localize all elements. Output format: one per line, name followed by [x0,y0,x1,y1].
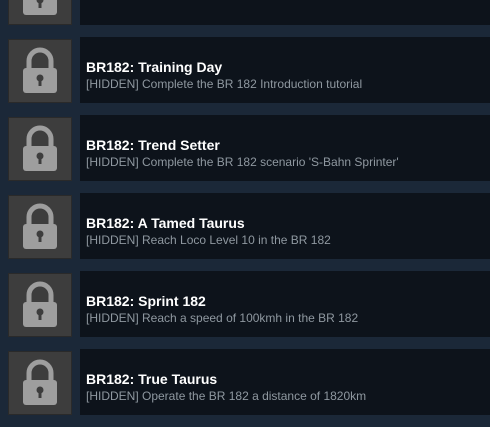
padlock-icon [23,359,57,405]
achievement-description: [HIDDEN] Complete the BR 182 scenario 'S… [86,155,399,169]
achievement-title: BR182: Sprint 182 [86,293,206,309]
padlock-icon [23,281,57,327]
achievement-icon [8,351,72,415]
padlock-icon [23,47,57,93]
achievement-row[interactable] [0,0,490,25]
achievement-icon [8,195,72,259]
padlock-icon [23,125,57,171]
achievement-title: BR182: True Taurus [86,371,218,387]
achievement-list: BR182: Training Day [HIDDEN] Complete th… [0,0,490,415]
achievement-panel: BR182: Trend Setter [HIDDEN] Complete th… [80,115,490,181]
achievement-row[interactable]: BR182: Training Day [HIDDEN] Complete th… [0,18,490,103]
achievement-row[interactable]: BR182: Trend Setter [HIDDEN] Complete th… [0,96,490,181]
achievement-icon [8,39,72,103]
achievement-panel: BR182: A Tamed Taurus [HIDDEN] Reach Loc… [80,193,490,259]
achievement-panel: BR182: True Taurus [HIDDEN] Operate the … [80,349,490,415]
achievement-title: BR182: Training Day [86,59,223,75]
achievement-row[interactable]: BR182: True Taurus [HIDDEN] Operate the … [0,330,490,415]
achievement-description: [HIDDEN] Operate the BR 182 a distance o… [86,389,367,403]
padlock-icon [23,203,57,249]
achievement-panel: BR182: Training Day [HIDDEN] Complete th… [80,37,490,103]
achievement-icon [8,273,72,337]
achievement-title: BR182: Trend Setter [86,137,220,153]
achievement-row[interactable]: BR182: Sprint 182 [HIDDEN] Reach a speed… [0,252,490,337]
achievement-title: BR182: A Tamed Taurus [86,215,245,231]
achievement-row[interactable]: BR182: A Tamed Taurus [HIDDEN] Reach Loc… [0,174,490,259]
achievement-description: [HIDDEN] Complete the BR 182 Introductio… [86,77,363,91]
achievement-icon [8,117,72,181]
achievement-description: [HIDDEN] Reach Loco Level 10 in the BR 1… [86,233,331,247]
achievement-description: [HIDDEN] Reach a speed of 100kmh in the … [86,311,359,325]
achievement-panel: BR182: Sprint 182 [HIDDEN] Reach a speed… [80,271,490,337]
